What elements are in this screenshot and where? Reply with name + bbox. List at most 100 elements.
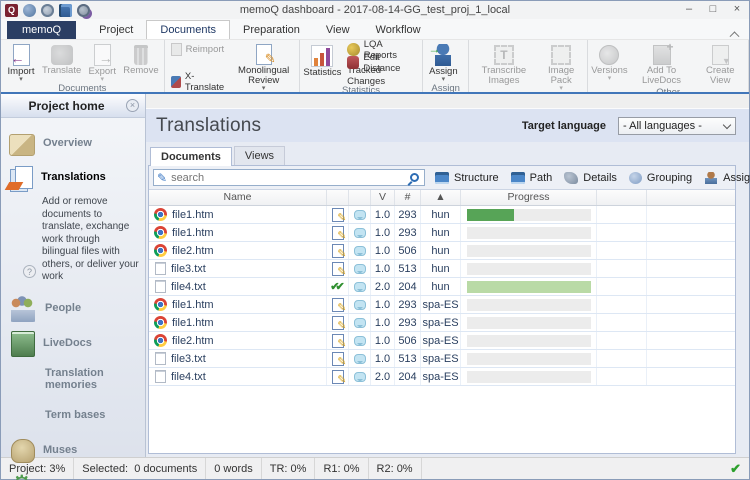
table-row[interactable]: file3.txt1.0513spa-ES <box>149 350 735 368</box>
table-empty-area <box>149 386 735 453</box>
menu-tab-view[interactable]: View <box>313 21 363 39</box>
table-row[interactable]: file4.txt2.0204spa-ES <box>149 368 735 386</box>
pencil-icon: ✎ <box>157 172 167 184</box>
target-language-select[interactable]: - All languages - <box>618 117 736 135</box>
remove-button[interactable]: Remove <box>120 41 161 82</box>
maximize-button[interactable]: □ <box>701 1 725 19</box>
table-row[interactable]: file2.htm1.0506hun <box>149 242 735 260</box>
menu-tab-project[interactable]: Project <box>86 21 146 39</box>
text-file-icon <box>155 280 166 293</box>
target-language-label: Target language <box>522 120 606 132</box>
tracked-changes-button[interactable]: Tracked Changes <box>345 69 418 82</box>
sidebar-item-translations[interactable]: Translations <box>1 160 145 194</box>
menu-tab-preparation[interactable]: Preparation <box>230 21 313 39</box>
server-administrator-icon[interactable] <box>77 4 90 17</box>
comment-icon[interactable] <box>354 336 366 346</box>
grouping-button[interactable]: Grouping <box>629 172 692 184</box>
import-button[interactable]: Import▾ <box>3 41 39 82</box>
comment-icon[interactable] <box>354 210 366 220</box>
sidebar-item-term-bases[interactable]: Term bases <box>1 397 145 433</box>
sidebar-item-description: ?Add or remove documents to translate, e… <box>1 194 145 290</box>
details-button[interactable]: Details <box>564 172 617 184</box>
table-row[interactable]: file1.htm1.0293spa-ES <box>149 296 735 314</box>
document-name: file3.txt <box>171 263 206 275</box>
sidebar-header: Project home × <box>1 94 145 118</box>
collapse-ribbon-icon[interactable] <box>731 30 741 36</box>
search-icon[interactable] <box>410 173 419 182</box>
sidebar-item-livedocs[interactable]: LiveDocs <box>1 326 145 361</box>
tab-documents[interactable]: Documents <box>150 147 232 166</box>
menu-tab-memoq[interactable]: memoQ <box>7 21 76 39</box>
column-header-name[interactable]: Name <box>149 190 327 205</box>
comment-icon[interactable] <box>354 282 366 292</box>
menu-tab-workflow[interactable]: Workflow <box>363 21 434 39</box>
translate-icon <box>51 45 73 65</box>
column-header-language[interactable]: ▲ <box>421 190 461 205</box>
table-row[interactable]: file3.txt1.0513hun <box>149 260 735 278</box>
comment-icon[interactable] <box>354 228 366 238</box>
search-input[interactable] <box>171 172 410 184</box>
version-cell: 1.0 <box>371 350 395 367</box>
column-header-status[interactable] <box>327 190 349 205</box>
statistics-button[interactable]: Statistics <box>302 41 343 84</box>
comment-icon[interactable] <box>354 354 366 364</box>
program-settings-icon[interactable] <box>41 4 54 17</box>
export-button[interactable]: Export▾ <box>84 41 120 82</box>
assignments-button[interactable]: Assignments <box>704 172 750 184</box>
reimport-button[interactable]: Reimport <box>169 43 229 56</box>
html-file-icon <box>154 298 167 311</box>
reimport-icon <box>171 43 182 56</box>
tab-views[interactable]: Views <box>234 146 285 165</box>
comment-icon[interactable] <box>354 264 366 274</box>
column-header-progress[interactable]: Progress <box>461 190 597 205</box>
sidebar-item-overview[interactable]: Overview <box>1 126 145 160</box>
progress-track <box>467 317 591 329</box>
image-pack-button[interactable]: Image Pack▾ <box>537 41 586 91</box>
translate-button[interactable]: Translate <box>39 41 84 82</box>
comment-icon[interactable] <box>354 318 366 328</box>
search-box[interactable]: ✎ <box>153 169 425 186</box>
segment-count-cell: 506 <box>395 332 421 349</box>
structure-button[interactable]: Structure <box>435 172 499 184</box>
comment-icon[interactable] <box>354 372 366 382</box>
transcribe-images-button[interactable]: Transcribe Images <box>471 41 537 91</box>
x-translate-button[interactable]: X-Translate <box>169 76 229 89</box>
close-button[interactable]: × <box>725 1 749 19</box>
comment-icon[interactable] <box>354 300 366 310</box>
add-to-livedocs-button[interactable]: Add To LiveDocs <box>629 41 695 86</box>
column-header-version[interactable]: V <box>371 190 395 205</box>
sidebar-title: Project home <box>7 99 126 113</box>
comment-icon[interactable] <box>354 246 366 256</box>
memoq-logo-icon[interactable]: Q <box>5 4 18 17</box>
help-icon[interactable]: ? <box>23 265 36 278</box>
menu-tab-documents[interactable]: Documents <box>146 20 230 39</box>
help-icon[interactable] <box>23 4 36 17</box>
table-row[interactable]: file4.txt✔✔2.0204hun <box>149 278 735 296</box>
sidebar-item-people[interactable]: People <box>1 290 145 326</box>
export-icon <box>94 44 111 66</box>
column-header-comment[interactable] <box>349 190 371 205</box>
table-row[interactable]: file1.htm1.0293hun <box>149 224 735 242</box>
sidebar-close-icon[interactable]: × <box>126 99 139 112</box>
table-row[interactable]: file1.htm1.0293spa-ES <box>149 314 735 332</box>
language-cell: spa-ES <box>421 350 461 367</box>
table-row[interactable]: file2.htm1.0506spa-ES <box>149 332 735 350</box>
language-cell: spa-ES <box>421 368 461 385</box>
document-name: file1.htm <box>172 299 214 311</box>
language-cell: hun <box>421 278 461 295</box>
versions-button[interactable]: Versions▾ <box>590 41 628 86</box>
minimize-button[interactable]: – <box>677 1 701 19</box>
column-header-extra[interactable] <box>597 190 647 205</box>
assign-button[interactable]: Assign▾ <box>425 41 461 82</box>
progress-track <box>467 299 591 311</box>
sidebar-item-translation-memories[interactable]: Translation memories <box>1 361 145 397</box>
monolingual-review-button[interactable]: Monolingual Review▾ <box>231 41 297 91</box>
resource-console-icon[interactable] <box>59 4 72 17</box>
create-view-button[interactable]: Create View <box>695 41 746 86</box>
edited-status-icon <box>332 244 344 258</box>
table-row[interactable]: file1.htm1.0293hun <box>149 206 735 224</box>
path-button[interactable]: Path <box>511 172 553 184</box>
column-header-segments[interactable]: # <box>395 190 421 205</box>
html-file-icon <box>154 244 167 257</box>
details-icon <box>564 172 578 184</box>
